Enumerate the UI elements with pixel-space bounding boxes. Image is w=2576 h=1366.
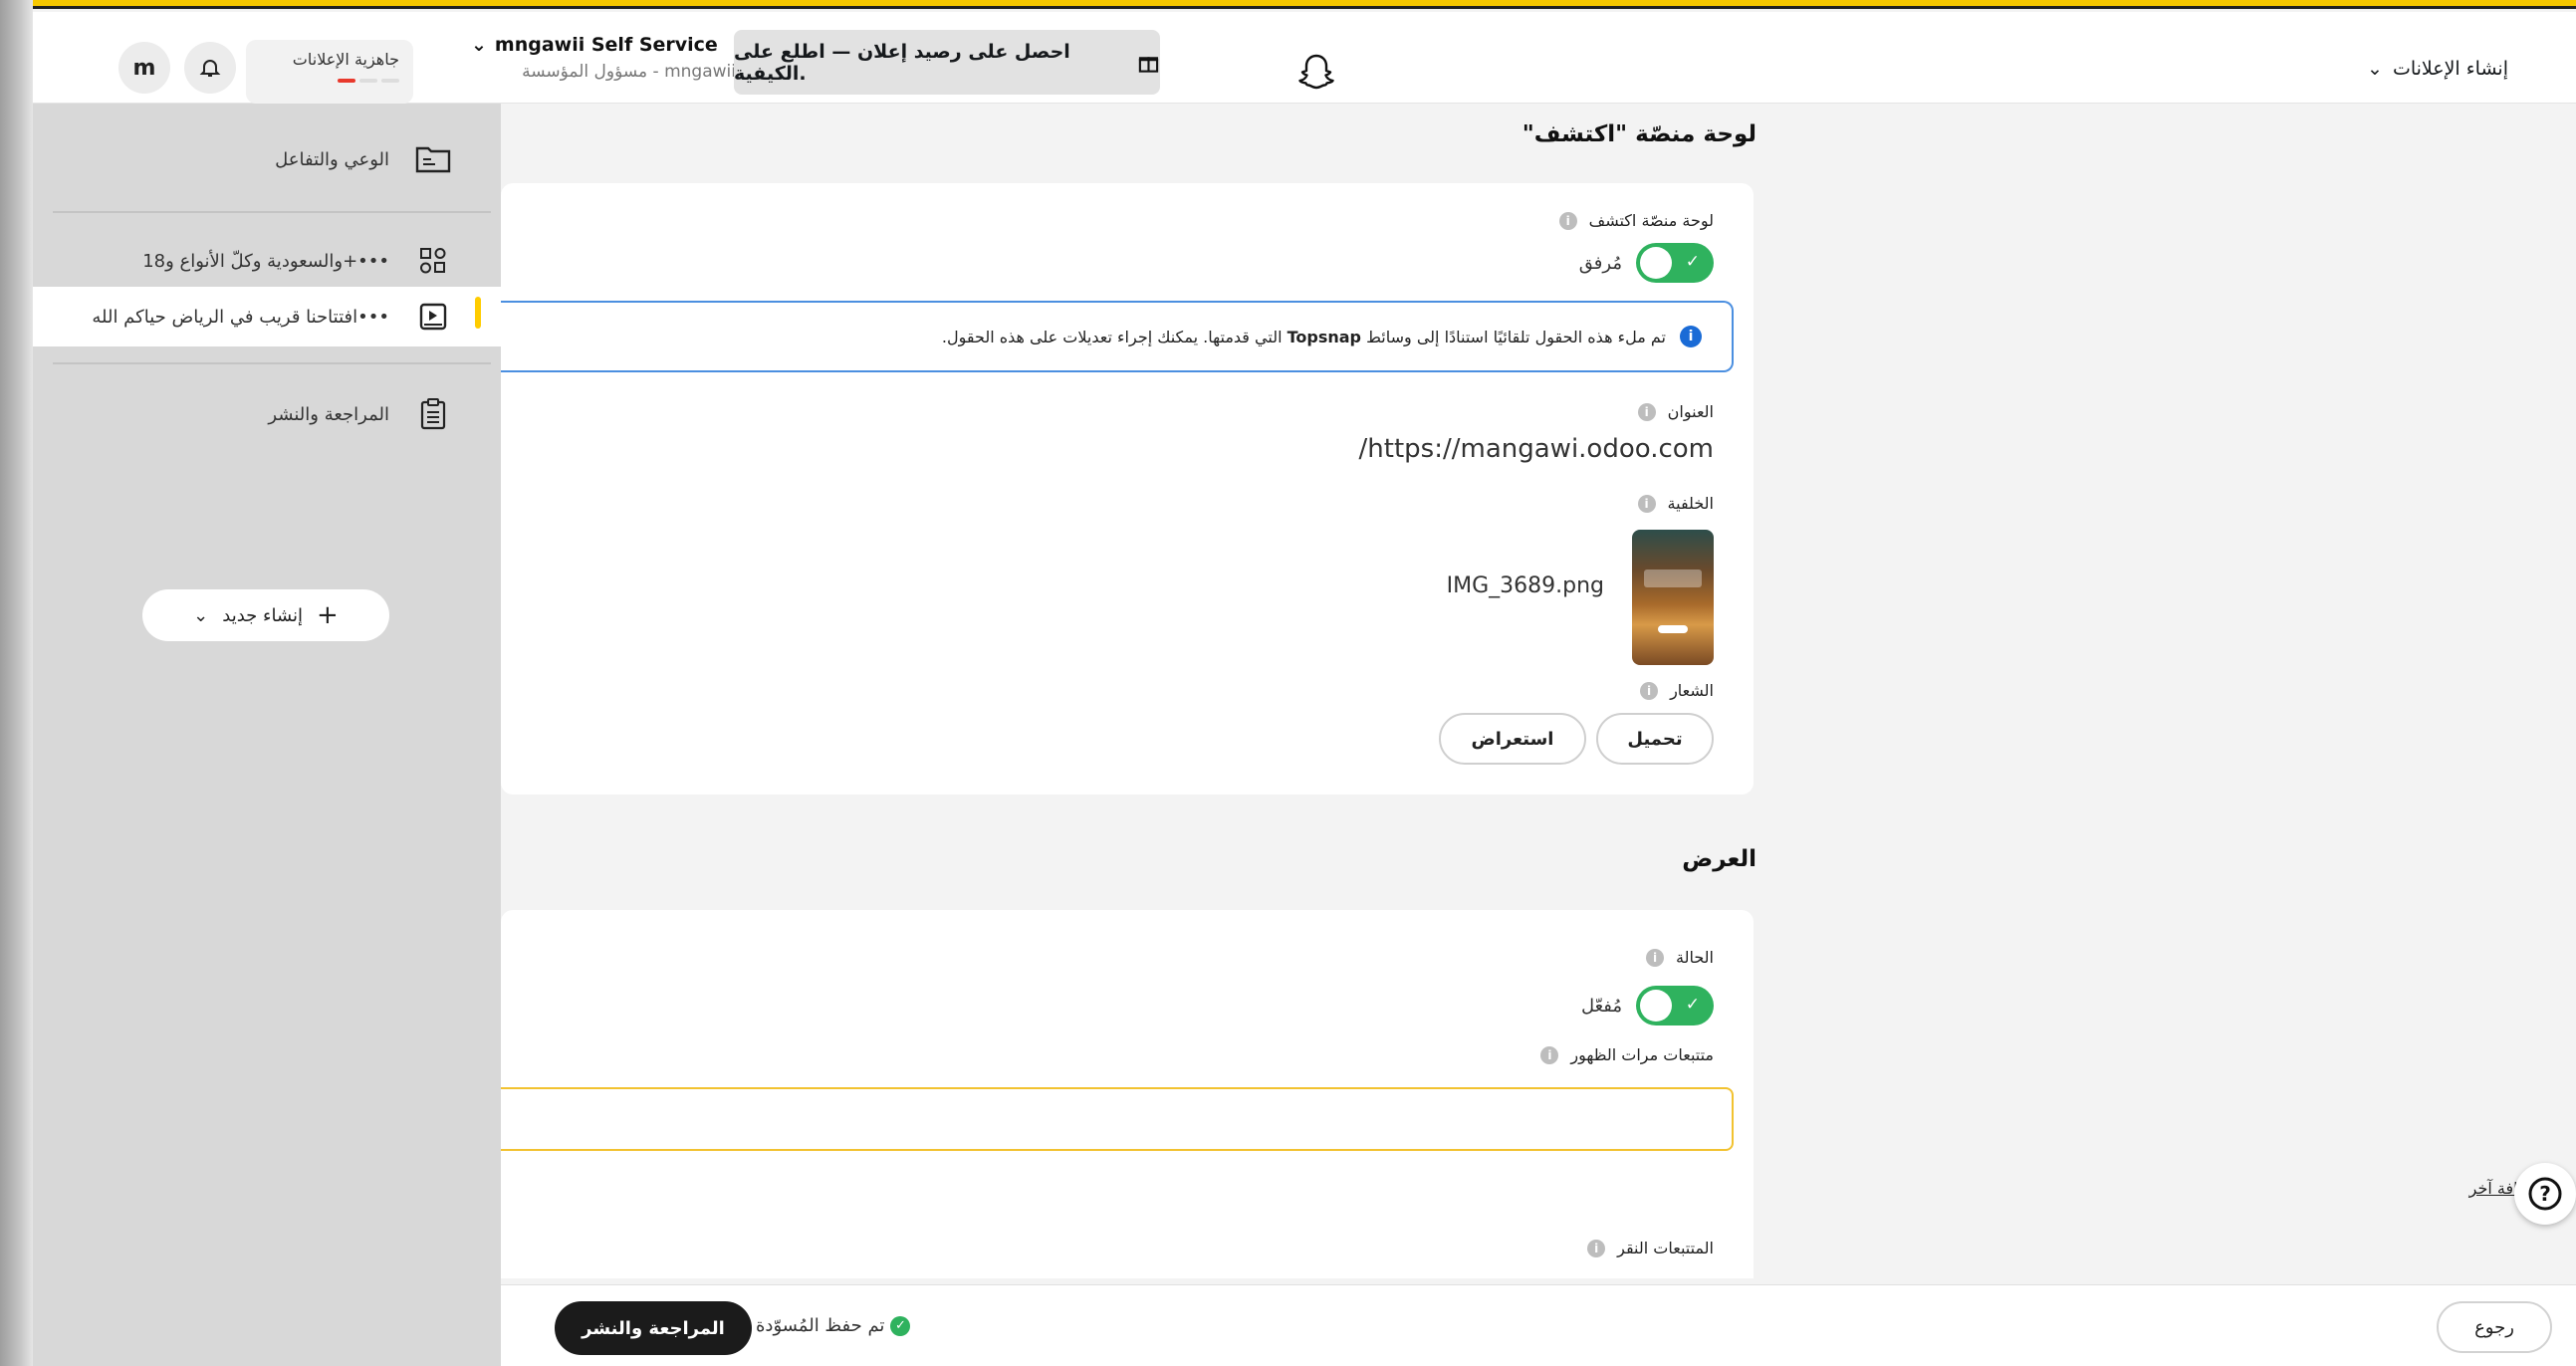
account-switcher[interactable]: mngawii Self Service ⌄ مسؤول المؤسسة - m… (471, 34, 736, 82)
sidebar-item-label: افتتاحنا قريب في الرياض حياكم الله••• (92, 306, 389, 328)
create-new-button[interactable]: + إنشاء جديد ⌄ (142, 589, 389, 641)
campaign-sidebar: الوعي والتفاعل والسعودية وكلّ الأنواع و1… (33, 104, 501, 1366)
draft-saved-status: ✓ تم حفظ المُسوّدة (756, 1315, 911, 1336)
ads-readiness-widget[interactable]: جاهزية الإعلانات (246, 40, 413, 104)
status-toggle-row: ✓ مُفعّل (1581, 986, 1714, 1025)
sidebar-divider (53, 211, 491, 213)
browse-button[interactable]: استعراض (1439, 713, 1586, 765)
clipboard-icon (413, 394, 453, 434)
field-label-text: المتتبعات النقر (1617, 1239, 1714, 1257)
chevron-down-icon: ⌄ (2367, 58, 2383, 80)
readiness-label: جاهزية الإعلانات (292, 50, 399, 69)
status-label: الحالة i (1646, 948, 1714, 967)
sidebar-item-ad[interactable]: افتتاحنا قريب في الرياض حياكم الله••• (33, 287, 501, 346)
notice-bold-text: Topsnap (1287, 327, 1362, 346)
readiness-progress (260, 79, 399, 83)
discover-tile-toggle-row: ✓ مُرفق (1579, 243, 1714, 283)
background-label: الخلفية i (1637, 494, 1714, 513)
bottom-action-bar: المراجعة والنشر ✓ تم حفظ المُسوّدة رجوع (501, 1284, 2576, 1366)
info-icon[interactable]: i (1646, 948, 1665, 967)
create-new-label: إنشاء جديد (222, 604, 304, 626)
info-icon: i (1680, 326, 1702, 347)
back-button[interactable]: رجوع (2437, 1301, 2552, 1353)
background-filename: IMG_3689.png (1446, 573, 1604, 598)
folder-icon (413, 139, 453, 179)
upload-button[interactable]: تحميل (1596, 713, 1714, 765)
field-label-text: الحالة (1676, 948, 1714, 967)
headline-label: العنوان i (1637, 402, 1714, 421)
info-icon[interactable]: i (1637, 402, 1656, 421)
info-icon[interactable]: i (1558, 211, 1577, 230)
toggle-state-label: مُرفق (1578, 252, 1622, 274)
field-label-text: لوحة منصّة اكتشف (1588, 211, 1714, 230)
info-icon[interactable]: i (1540, 1045, 1559, 1064)
gift-icon (1138, 56, 1159, 73)
logo-label: الشعار i (1640, 681, 1714, 700)
check-circle-icon: ✓ (890, 1315, 911, 1336)
field-label-text: العنوان (1667, 402, 1714, 421)
status-toggle[interactable]: ✓ (1636, 986, 1714, 1025)
review-publish-button[interactable]: المراجعة والنشر (555, 1301, 752, 1355)
window-shadow (0, 0, 33, 1366)
sidebar-item-label: المراجعة والنشر (268, 403, 389, 425)
discover-tile-label: لوحة منصّة اكتشف i (1558, 211, 1714, 230)
plus-icon: + (317, 600, 339, 630)
ad-media-icon (413, 297, 453, 337)
discover-tile-toggle[interactable]: ✓ (1636, 243, 1714, 283)
discover-section-title: لوحة منصّة "اكتشف" (1522, 121, 1756, 147)
ad-editor-main: لوحة منصّة "اكتشف" لوحة منصّة اكتشف i ✓ … (501, 104, 2576, 1278)
promo-text: احصل على رصيد إعلان — اطلع على الكيفية. (734, 40, 1070, 85)
info-icon[interactable]: i (1637, 494, 1656, 513)
sidebar-item-label: والسعودية وكلّ الأنواع و18+••• (142, 250, 389, 272)
avatar[interactable]: m (118, 42, 170, 94)
autofill-notice: تم ملء هذه الحقول تلقائيًا استنادًا إلى … (501, 301, 1734, 372)
headline-value[interactable]: /https://mangawi.odoo.com (1359, 434, 1714, 464)
background-thumbnail[interactable] (1632, 530, 1714, 665)
click-trackers-label: المتتبعات النقر i (1587, 1239, 1714, 1257)
account-name: mngawii Self Service (494, 34, 718, 56)
field-label-text: الخلفية (1667, 494, 1714, 513)
help-icon[interactable]: ? (2514, 1163, 2576, 1225)
ad-credit-promo-button[interactable]: احصل على رصيد إعلان — اطلع على الكيفية. (734, 30, 1160, 95)
field-label-text: متتبعات مرات الظهور (1570, 1045, 1714, 1064)
sidebar-item-campaign[interactable]: الوعي والتفاعل (33, 129, 501, 189)
notification-bell-icon[interactable] (184, 42, 236, 94)
sidebar-item-review-publish[interactable]: المراجعة والنشر (33, 384, 501, 444)
chevron-down-icon: ⌄ (471, 34, 487, 56)
sidebar-item-ad-squad[interactable]: والسعودية وكلّ الأنواع و18+••• (33, 231, 501, 291)
check-icon: ✓ (1685, 995, 1700, 1015)
info-icon[interactable]: i (1640, 681, 1659, 700)
ads-manager-app: m جاهزية الإعلانات mngawii Self Service … (33, 0, 2576, 1366)
create-ads-label: إنشاء الإعلانات (2392, 58, 2508, 80)
display-section-title: العرض (1682, 846, 1756, 872)
ad-squad-icon (413, 241, 453, 281)
account-role: مسؤول المؤسسة - mngawii (522, 62, 736, 82)
create-ads-menu[interactable]: إنشاء الإعلانات ⌄ (2367, 58, 2508, 80)
snapchat-ghost-icon[interactable] (1293, 50, 1339, 96)
top-accent-bar (33, 0, 2576, 9)
sidebar-divider (53, 362, 491, 364)
toggle-state-label: مُفعّل (1580, 995, 1622, 1017)
info-icon[interactable]: i (1587, 1239, 1606, 1257)
impression-trackers-label: متتبعات مرات الظهور i (1540, 1045, 1714, 1064)
check-icon: ✓ (1685, 252, 1700, 272)
sidebar-item-label: الوعي والتفاعل (275, 148, 389, 170)
draft-saved-text: تم حفظ المُسوّدة (756, 1315, 885, 1336)
top-header: m جاهزية الإعلانات mngawii Self Service … (33, 12, 2576, 104)
svg-text:?: ? (2539, 1182, 2551, 1206)
chevron-down-icon: ⌄ (193, 604, 209, 626)
notice-text: تم ملء هذه الحقول تلقائيًا استنادًا إلى … (941, 327, 1666, 346)
impression-tracker-input[interactable] (501, 1087, 1734, 1151)
discover-tile-card: لوحة منصّة اكتشف i ✓ مُرفق تم ملء هذه ال… (501, 183, 1754, 795)
field-label-text: الشعار (1670, 681, 1714, 700)
